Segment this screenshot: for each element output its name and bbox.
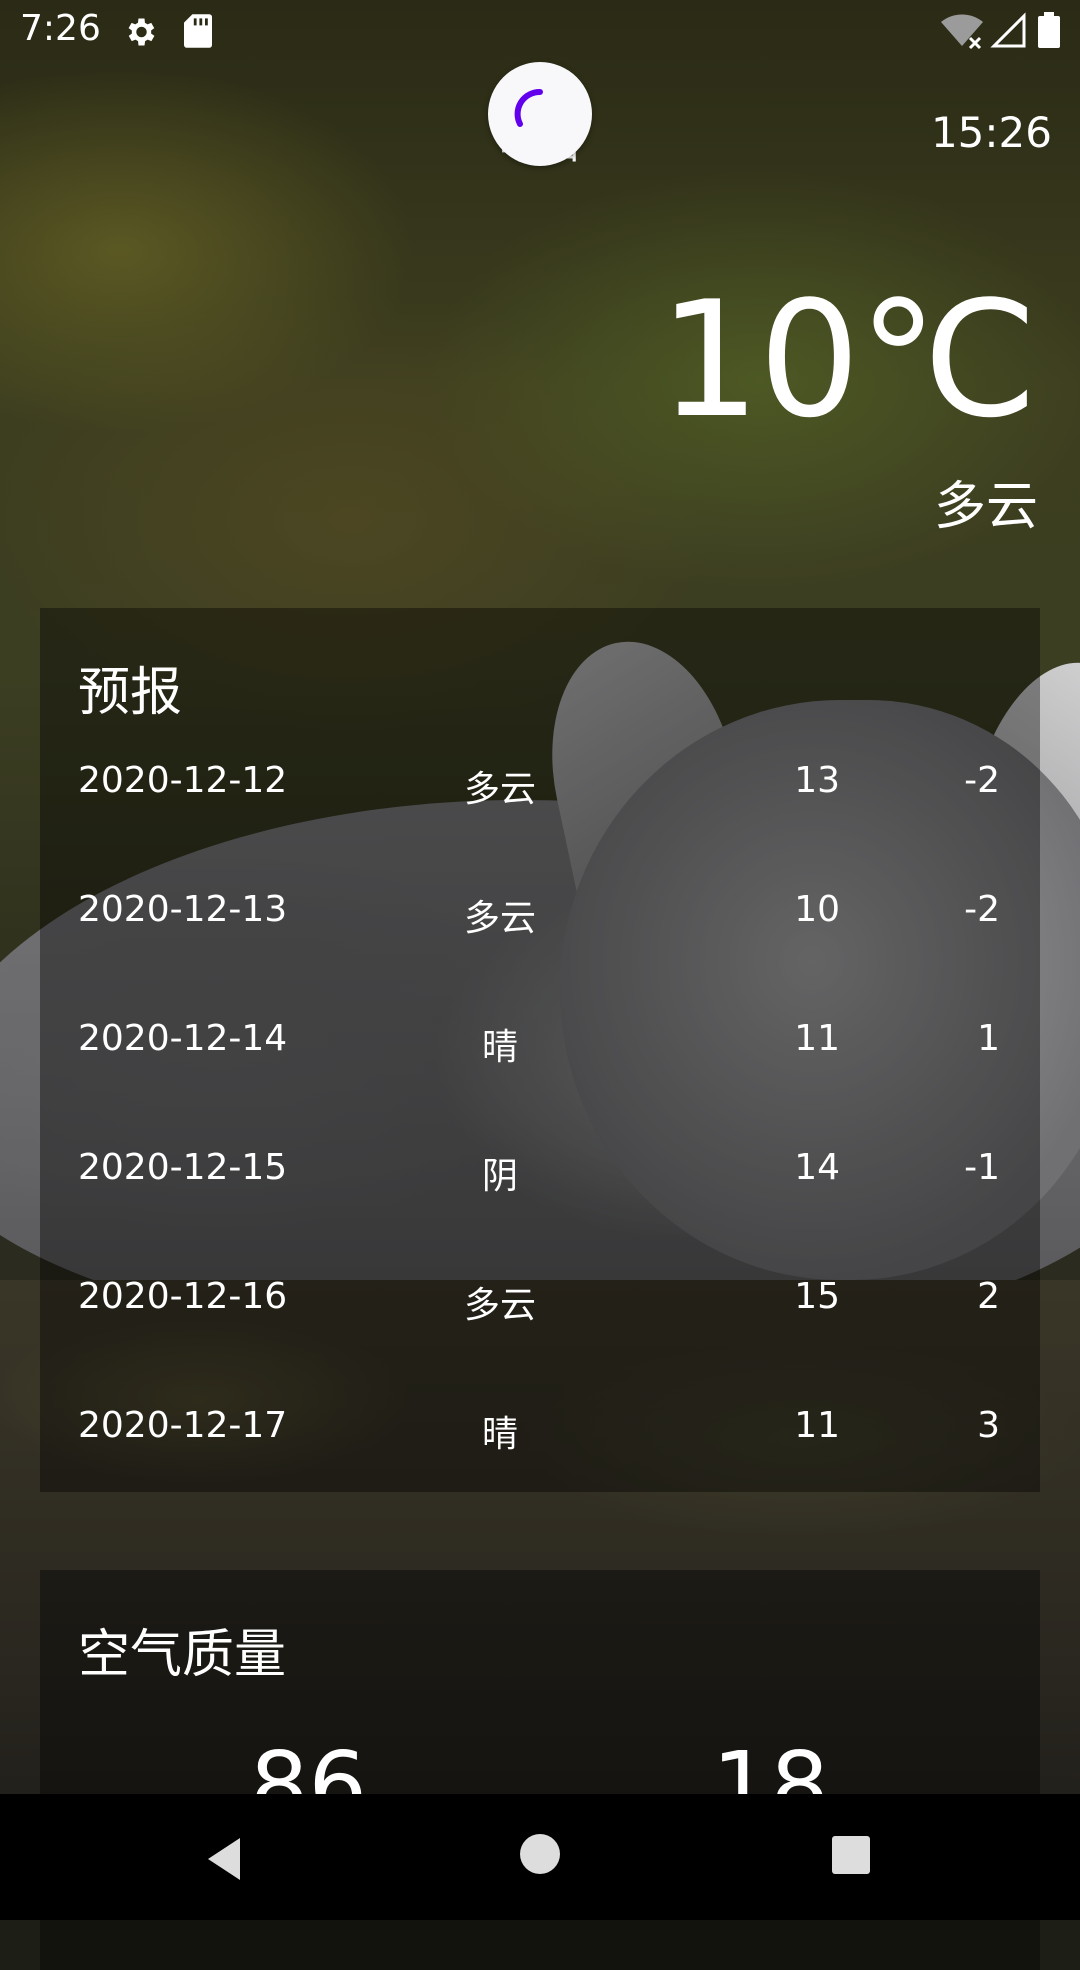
home-icon[interactable] bbox=[520, 1834, 560, 1874]
sd-card-icon bbox=[184, 14, 212, 48]
back-icon[interactable] bbox=[202, 1834, 252, 1884]
forecast-min-temp: -1 bbox=[964, 1147, 1000, 1188]
loading-icon bbox=[514, 88, 543, 127]
air-quality-title: 空气质量 bbox=[78, 1625, 287, 1685]
update-time: 15:26 bbox=[930, 108, 1052, 157]
status-bar: 7:26 bbox=[0, 0, 1080, 64]
forecast-condition: 多云 bbox=[463, 769, 536, 810]
forecast-max-temp: 10 bbox=[794, 889, 840, 930]
signal-icon bbox=[990, 12, 1026, 48]
forecast-condition: 晴 bbox=[481, 1027, 518, 1068]
forecast-date: 2020-12-14 bbox=[78, 1018, 288, 1059]
forecast-max-temp: 14 bbox=[794, 1147, 840, 1188]
forecast-date: 2020-12-15 bbox=[78, 1147, 288, 1188]
refresh-spinner bbox=[488, 62, 592, 166]
forecast-row: 2020-12-12 多云 13 -2 bbox=[40, 760, 1040, 820]
navigation-bar bbox=[0, 1794, 1080, 1920]
forecast-date: 2020-12-16 bbox=[78, 1276, 288, 1317]
forecast-max-temp: 11 bbox=[794, 1405, 840, 1446]
forecast-condition: 晴 bbox=[481, 1414, 518, 1455]
wifi-off-icon bbox=[941, 14, 983, 50]
forecast-max-temp: 15 bbox=[794, 1276, 840, 1317]
forecast-date: 2020-12-13 bbox=[78, 889, 288, 930]
forecast-min-temp: 1 bbox=[977, 1018, 1000, 1059]
current-condition: 多云 bbox=[933, 477, 1038, 537]
forecast-title: 预报 bbox=[78, 663, 183, 723]
forecast-condition: 多云 bbox=[463, 1285, 536, 1326]
battery-icon bbox=[1038, 12, 1060, 48]
recent-apps-icon[interactable] bbox=[832, 1836, 870, 1874]
forecast-min-temp: 3 bbox=[977, 1405, 1000, 1446]
forecast-row: 2020-12-16 多云 15 2 bbox=[40, 1276, 1040, 1336]
forecast-min-temp: 2 bbox=[977, 1276, 1000, 1317]
forecast-row: 2020-12-15 阴 14 -1 bbox=[40, 1147, 1040, 1207]
forecast-row: 2020-12-13 多云 10 -2 bbox=[40, 889, 1040, 949]
forecast-row: 2020-12-14 晴 11 1 bbox=[40, 1018, 1040, 1078]
forecast-condition: 多云 bbox=[463, 898, 536, 939]
gear-icon bbox=[128, 18, 155, 46]
forecast-date: 2020-12-12 bbox=[78, 760, 288, 801]
current-temperature: 10℃ bbox=[658, 266, 1038, 453]
forecast-date: 2020-12-17 bbox=[78, 1405, 288, 1446]
status-time: 7:26 bbox=[20, 8, 101, 49]
forecast-max-temp: 13 bbox=[794, 760, 840, 801]
forecast-condition: 阴 bbox=[481, 1156, 518, 1197]
forecast-max-temp: 11 bbox=[794, 1018, 840, 1059]
forecast-min-temp: -2 bbox=[964, 760, 1000, 801]
forecast-min-temp: -2 bbox=[964, 889, 1000, 930]
forecast-row: 2020-12-17 晴 11 3 bbox=[40, 1405, 1040, 1465]
